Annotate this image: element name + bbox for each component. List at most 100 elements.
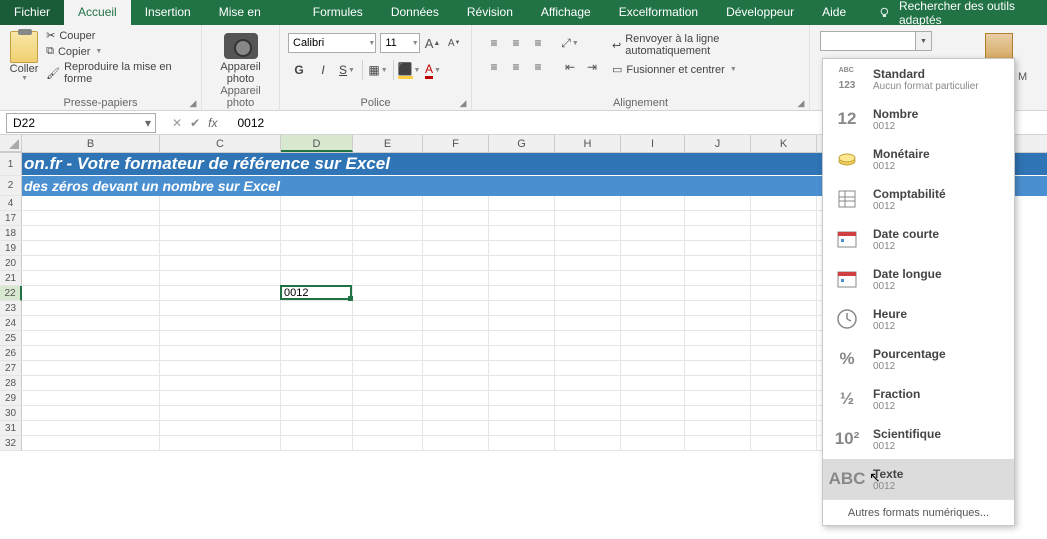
cell-J17[interactable]	[685, 211, 751, 226]
cell-G32[interactable]	[489, 436, 555, 451]
cell-F19[interactable]	[423, 241, 489, 256]
cell-C17[interactable]	[160, 211, 281, 226]
cell-C20[interactable]	[160, 256, 281, 271]
wrap-text-button[interactable]: ↩Renvoyer à la ligne automatiquement	[612, 33, 803, 57]
tab-excelformation[interactable]: Excelformation	[605, 0, 712, 25]
cell-F24[interactable]	[423, 316, 489, 331]
cell-B24[interactable]	[22, 316, 160, 331]
cell-E19[interactable]	[353, 241, 423, 256]
cell-I32[interactable]	[621, 436, 685, 451]
cell-E29[interactable]	[353, 391, 423, 406]
cell-B19[interactable]	[22, 241, 160, 256]
cell-H18[interactable]	[555, 226, 621, 241]
cell-C31[interactable]	[160, 421, 281, 436]
cell-C30[interactable]	[160, 406, 281, 421]
cell-E23[interactable]	[353, 301, 423, 316]
cell-E30[interactable]	[353, 406, 423, 421]
tab-insert[interactable]: Insertion	[131, 0, 205, 25]
cut-button[interactable]: ✂Couper	[46, 29, 195, 42]
row-header-21[interactable]: 21	[0, 271, 22, 286]
cell-D26[interactable]	[281, 346, 353, 361]
cell-K23[interactable]	[751, 301, 817, 316]
col-header-H[interactable]: H	[555, 135, 621, 152]
cell-C23[interactable]	[160, 301, 281, 316]
cell-H20[interactable]	[555, 256, 621, 271]
cell-F4[interactable]	[423, 196, 489, 211]
cell-H27[interactable]	[555, 361, 621, 376]
fx-icon[interactable]: fx	[208, 116, 217, 130]
cell-F27[interactable]	[423, 361, 489, 376]
cell-E22[interactable]	[353, 286, 423, 301]
cell-C29[interactable]	[160, 391, 281, 406]
cell-H24[interactable]	[555, 316, 621, 331]
cell-F32[interactable]	[423, 436, 489, 451]
row-header-31[interactable]: 31	[0, 421, 22, 436]
chevron-down-icon[interactable]: ▼	[411, 40, 419, 47]
cell-K19[interactable]	[751, 241, 817, 256]
cell-I19[interactable]	[621, 241, 685, 256]
cell-G29[interactable]	[489, 391, 555, 406]
cell-E27[interactable]	[353, 361, 423, 376]
row-header-17[interactable]: 17	[0, 211, 22, 226]
cell-G23[interactable]	[489, 301, 555, 316]
cell-J23[interactable]	[685, 301, 751, 316]
row-header-32[interactable]: 32	[0, 436, 22, 451]
cell-B31[interactable]	[22, 421, 160, 436]
row-header-2[interactable]: 2	[0, 176, 22, 196]
cancel-icon[interactable]: ✕	[172, 116, 182, 130]
cell-H22[interactable]	[555, 286, 621, 301]
col-header-E[interactable]: E	[353, 135, 423, 152]
paste-button[interactable]: Coller ▼	[6, 29, 42, 97]
cell-K30[interactable]	[751, 406, 817, 421]
cell-J26[interactable]	[685, 346, 751, 361]
cell-F22[interactable]	[423, 286, 489, 301]
cell-B27[interactable]	[22, 361, 160, 376]
cell-G24[interactable]	[489, 316, 555, 331]
cell-D17[interactable]	[281, 211, 353, 226]
cell-K4[interactable]	[751, 196, 817, 211]
row-header-22[interactable]: 22	[0, 286, 22, 301]
camera-button[interactable]: Appareil photo	[212, 29, 270, 85]
row-header-28[interactable]: 28	[0, 376, 22, 391]
col-header-K[interactable]: K	[751, 135, 817, 152]
tab-home[interactable]: Accueil	[64, 0, 131, 25]
cell-H31[interactable]	[555, 421, 621, 436]
cell-D4[interactable]	[281, 196, 353, 211]
cell-D30[interactable]	[281, 406, 353, 421]
dialog-launcher-icon[interactable]: ◢	[457, 97, 469, 109]
cell-K17[interactable]	[751, 211, 817, 226]
col-header-F[interactable]: F	[423, 135, 489, 152]
fmt-option-comptabilité[interactable]: Comptabilité0012	[823, 179, 1014, 219]
cell-K24[interactable]	[751, 316, 817, 331]
cell-H17[interactable]	[555, 211, 621, 226]
fmt-option-date-courte[interactable]: Date courte0012	[823, 219, 1014, 259]
fmt-option-date-longue[interactable]: Date longue0012	[823, 259, 1014, 299]
cell-I21[interactable]	[621, 271, 685, 286]
merge-center-button[interactable]: ▭Fusionner et centrer▼	[612, 63, 803, 76]
cell-J4[interactable]	[685, 196, 751, 211]
cell-F26[interactable]	[423, 346, 489, 361]
name-box[interactable]: D22 ▾	[6, 113, 156, 133]
cell-G27[interactable]	[489, 361, 555, 376]
cell-E4[interactable]	[353, 196, 423, 211]
cell-H4[interactable]	[555, 196, 621, 211]
align-center-button[interactable]: ≡	[506, 57, 526, 77]
align-bottom-button[interactable]: ≡	[528, 33, 548, 53]
row-header-19[interactable]: 19	[0, 241, 22, 256]
cell-B4[interactable]	[22, 196, 160, 211]
cell-D32[interactable]	[281, 436, 353, 451]
cell-C18[interactable]	[160, 226, 281, 241]
cell-H25[interactable]	[555, 331, 621, 346]
fmt-option-standard[interactable]: ABC123StandardAucun format particulier	[823, 59, 1014, 99]
cell-I4[interactable]	[621, 196, 685, 211]
font-color-button[interactable]: A▼	[422, 59, 444, 81]
cell-D27[interactable]	[281, 361, 353, 376]
cell-G4[interactable]	[489, 196, 555, 211]
chevron-down-icon[interactable]: ▼	[915, 32, 931, 50]
cell-J18[interactable]	[685, 226, 751, 241]
tab-view[interactable]: Affichage	[527, 0, 605, 25]
row-header-27[interactable]: 27	[0, 361, 22, 376]
cell-F20[interactable]	[423, 256, 489, 271]
tab-data[interactable]: Données	[377, 0, 453, 25]
cell-J21[interactable]	[685, 271, 751, 286]
